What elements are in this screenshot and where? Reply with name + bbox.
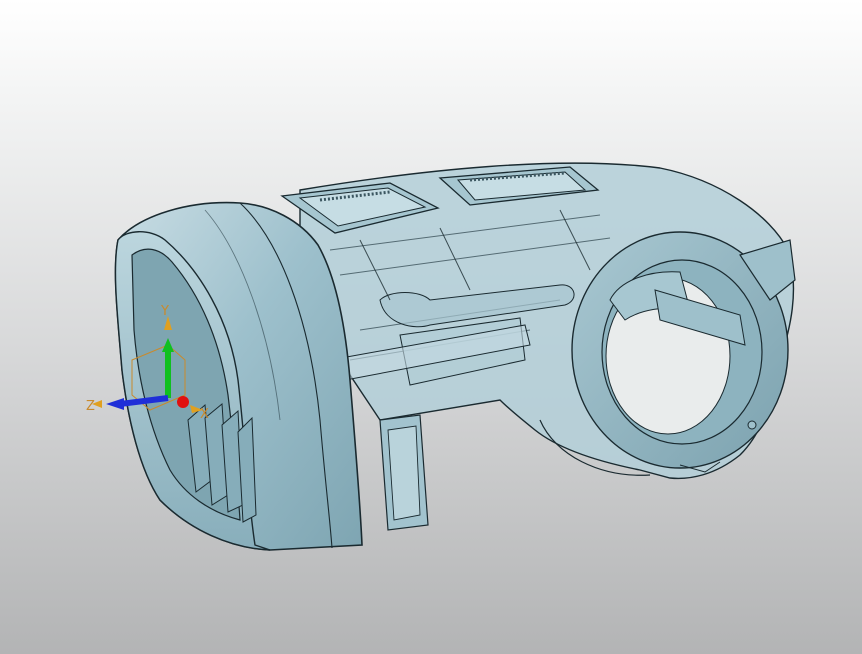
- x-axis-tip: [177, 396, 189, 408]
- y-axis-label: Y: [160, 304, 169, 319]
- z-axis-label: Z: [86, 399, 95, 414]
- lower-tab[interactable]: [379, 414, 429, 531]
- graphics-viewport[interactable]: Y Z X: [0, 0, 862, 654]
- z-axis-arrow: [106, 398, 124, 410]
- x-axis-label: X: [200, 407, 209, 422]
- model-canvas[interactable]: Y Z X: [0, 0, 862, 654]
